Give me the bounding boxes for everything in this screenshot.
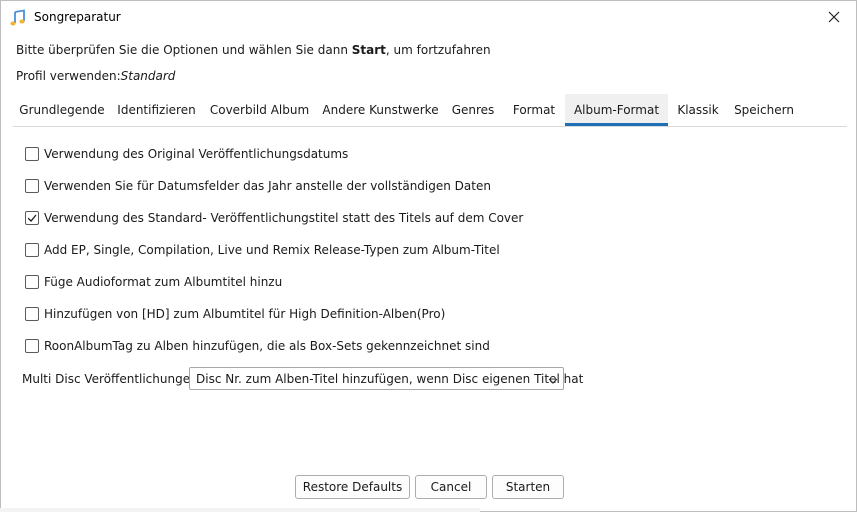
instruction-after: , um fortzufahren (385, 43, 491, 57)
close-icon (828, 11, 840, 23)
tab-label: Genres (451, 103, 495, 117)
option-label: RoonAlbumTag zu Alben hinzufügen, die al… (44, 339, 490, 353)
tab-label: Andere Kunstwerke (322, 103, 439, 117)
option-standard-release-title[interactable]: Verwendung des Standard- Veröffentlichun… (25, 209, 523, 227)
start-button[interactable]: Starten (492, 475, 564, 499)
dialog-window: Songreparatur Bitte überprüfen Sie die O… (0, 0, 857, 512)
restore-defaults-button[interactable]: Restore Defaults (295, 475, 410, 499)
background-window-edge (0, 508, 480, 512)
tab-label: Coverbild Album (209, 103, 310, 117)
checkmark-icon (27, 214, 37, 222)
instruction-before: Bitte überprüfen Sie die Optionen und wä… (16, 43, 352, 57)
profile-label: Profil verwenden: (16, 69, 121, 83)
option-original-release-date[interactable]: Verwendung des Original Veröffentlichung… (25, 145, 348, 163)
title-bar: Songreparatur (1, 1, 856, 33)
music-note-icon (9, 9, 27, 27)
tab-identifizieren[interactable]: Identifizieren (111, 94, 202, 125)
profile-line: Profil verwenden:Standard (16, 69, 175, 83)
option-label: Verwendung des Standard- Veröffentlichun… (44, 211, 524, 225)
checkbox[interactable] (25, 339, 39, 353)
option-audio-format[interactable]: Füge Audioformat zum Albumtitel hinzu (25, 273, 282, 291)
tab-label: Format (512, 103, 556, 117)
option-year-only[interactable]: Verwenden Sie für Datumsfelder das Jahr … (25, 177, 491, 195)
tab-bar: Grundlegende Identifizieren Coverbild Al… (13, 94, 847, 127)
tab-label: Album-Format (573, 103, 660, 117)
tab-album-format[interactable]: Album-Format (565, 94, 668, 126)
multidisc-label: Multi Disc Veröffentlichungen: (22, 372, 202, 386)
option-roon-album-tag[interactable]: RoonAlbumTag zu Alben hinzufügen, die al… (25, 337, 490, 355)
checkbox[interactable] (25, 147, 39, 161)
profile-value[interactable]: Standard (121, 69, 176, 83)
instruction-text: Bitte überprüfen Sie die Optionen und wä… (16, 43, 491, 57)
checkbox[interactable] (25, 179, 39, 193)
option-label: Hinzufügen von [HD] zum Albumtitel für H… (44, 307, 446, 321)
tab-speichern[interactable]: Speichern (726, 94, 802, 125)
option-label: Add EP, Single, Compilation, Live und Re… (44, 243, 500, 257)
tab-label: Grundlegende (19, 103, 105, 117)
option-label: Verwenden Sie für Datumsfelder das Jahr … (44, 179, 491, 193)
checkbox[interactable] (25, 307, 39, 321)
option-hd-tag[interactable]: Hinzufügen von [HD] zum Albumtitel für H… (25, 305, 445, 323)
option-release-types[interactable]: Add EP, Single, Compilation, Live und Re… (25, 241, 500, 259)
tab-label: Speichern (734, 103, 794, 117)
window-title: Songreparatur (34, 10, 121, 24)
tab-andere-kunstwerke[interactable]: Andere Kunstwerke (317, 94, 444, 125)
cancel-button[interactable]: Cancel (415, 475, 487, 499)
chevron-down-icon (548, 374, 558, 388)
tab-label: Identifizieren (117, 103, 196, 117)
tab-coverbild-album[interactable]: Coverbild Album (202, 94, 317, 125)
option-label: Verwendung des Original Veröffentlichung… (44, 147, 349, 161)
tab-klassik[interactable]: Klassik (670, 94, 726, 125)
tab-format[interactable]: Format (502, 94, 566, 125)
close-button[interactable] (812, 1, 856, 33)
multidisc-selected-value: Disc Nr. zum Alben-Titel hinzufügen, wen… (196, 372, 584, 386)
checkbox-checked[interactable] (25, 211, 39, 225)
option-label: Füge Audioformat zum Albumtitel hinzu (44, 275, 283, 289)
tab-label: Klassik (677, 103, 719, 117)
tab-genres[interactable]: Genres (444, 94, 502, 125)
checkbox[interactable] (25, 243, 39, 257)
checkbox[interactable] (25, 275, 39, 289)
multidisc-dropdown[interactable]: Disc Nr. zum Alben-Titel hinzufügen, wen… (189, 367, 583, 390)
tab-grundlegende[interactable]: Grundlegende (13, 94, 111, 125)
instruction-start-keyword: Start (351, 43, 386, 57)
